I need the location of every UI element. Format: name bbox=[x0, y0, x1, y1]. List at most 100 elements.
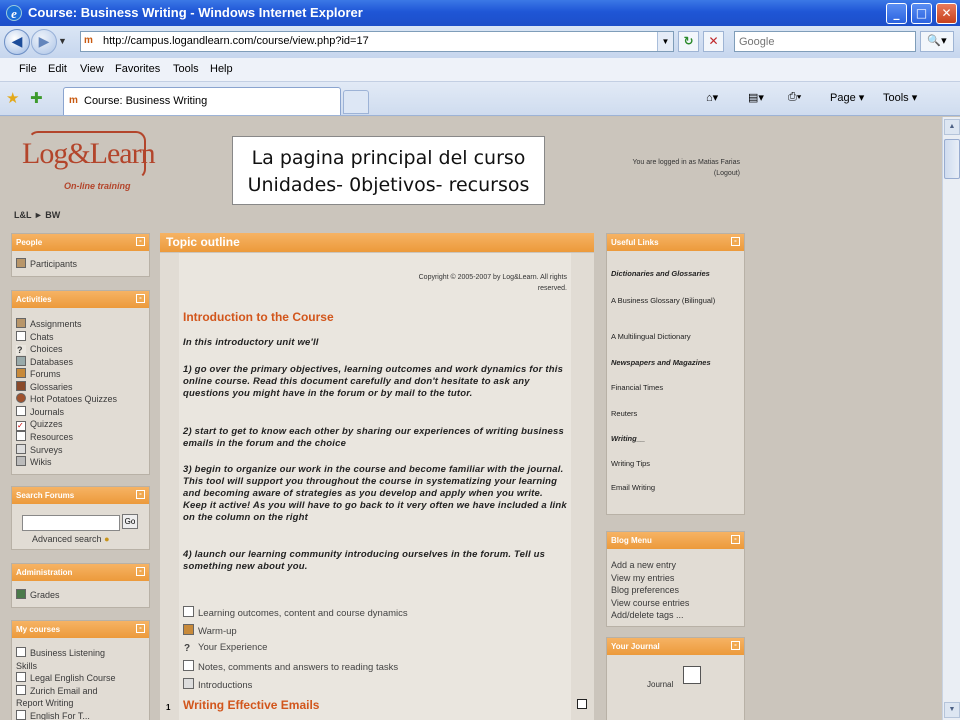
help-icon[interactable]: ● bbox=[104, 534, 109, 544]
intro-lead: In this introductory unit we'll bbox=[183, 337, 319, 348]
menu-view[interactable]: View bbox=[80, 63, 104, 75]
course-icon bbox=[16, 672, 26, 682]
search-button[interactable]: 🔍▾ bbox=[920, 31, 954, 52]
journal-icon bbox=[183, 660, 194, 671]
activity-assignments[interactable]: Assignments bbox=[16, 318, 145, 331]
section-2-title: Writing Effective Emails bbox=[183, 698, 320, 712]
activity-surveys[interactable]: Surveys bbox=[16, 443, 145, 457]
address-dropdown-icon[interactable]: ▼ bbox=[657, 32, 673, 51]
activity-forums[interactable]: Forums bbox=[16, 368, 145, 381]
course-label-continued[interactable]: Skills bbox=[16, 660, 145, 673]
address-field[interactable]: m http://campus.logandlearn.com/course/v… bbox=[80, 31, 674, 52]
link-dictionaries[interactable]: Dictionaries and Glossaries bbox=[611, 269, 710, 279]
course-legal-english[interactable]: Legal English Course bbox=[16, 672, 145, 685]
menu-favorites[interactable]: Favorites bbox=[115, 63, 160, 75]
minimize-button[interactable]: _ bbox=[886, 3, 907, 24]
scroll-up-icon[interactable]: ▲ bbox=[944, 119, 960, 135]
history-dropdown-icon[interactable]: ▼ bbox=[58, 36, 67, 46]
new-tab-button[interactable] bbox=[343, 90, 369, 114]
collapse-icon[interactable]: - bbox=[731, 641, 740, 650]
blog-view-course-entries[interactable]: View course entries bbox=[611, 597, 740, 610]
activity-databases[interactable]: Databases bbox=[16, 355, 145, 369]
course-business-listening[interactable]: Business Listening bbox=[16, 647, 145, 660]
blog-add-delete-tags[interactable]: Add/delete tags ... bbox=[611, 609, 740, 622]
resource-warm-up[interactable]: Warm-up bbox=[183, 624, 237, 637]
home-button[interactable]: ⌂▾ bbox=[706, 91, 718, 104]
collapse-icon[interactable]: - bbox=[136, 237, 145, 246]
refresh-button[interactable]: ↻ bbox=[678, 31, 699, 52]
activity-resources[interactable]: Resources bbox=[16, 431, 145, 444]
link-business-glossary[interactable]: A Business Glossary (Bilingual) bbox=[611, 296, 721, 306]
collapse-icon[interactable]: - bbox=[136, 624, 145, 633]
menu-help[interactable]: Help bbox=[210, 63, 233, 75]
forum-search-input[interactable] bbox=[22, 515, 120, 531]
useful-links-title: Useful Links bbox=[611, 238, 659, 247]
section-toggle-checkbox[interactable] bbox=[577, 699, 587, 709]
menu-file[interactable]: File bbox=[19, 63, 37, 75]
stop-button[interactable]: ✕ bbox=[703, 31, 724, 52]
favorites-star-icon[interactable]: ★ bbox=[6, 89, 19, 107]
link-financial-times[interactable]: Financial Times bbox=[611, 383, 663, 393]
sidebar-item-participants[interactable]: Participants bbox=[16, 258, 145, 271]
scroll-thumb[interactable] bbox=[944, 139, 960, 179]
collapse-icon[interactable]: - bbox=[731, 535, 740, 544]
search-box[interactable] bbox=[734, 31, 916, 52]
activity-journals[interactable]: Journals bbox=[16, 405, 145, 419]
link-reuters[interactable]: Reuters bbox=[611, 409, 637, 419]
blog-view-entries[interactable]: View my entries bbox=[611, 572, 740, 585]
advanced-search-link[interactable]: Advanced search ● bbox=[32, 534, 110, 544]
activity-choices[interactable]: ? Choices bbox=[16, 343, 145, 356]
address-url[interactable]: http://campus.logandlearn.com/course/vie… bbox=[103, 35, 369, 47]
link-email-writing[interactable]: Email Writing bbox=[611, 483, 655, 493]
page-menu-button[interactable]: Page ▾ bbox=[830, 91, 864, 104]
site-logo[interactable]: Log&Learn On-line training bbox=[22, 131, 156, 193]
course-zurich-email[interactable]: Zurich Email and bbox=[16, 684, 145, 698]
course-label-continued[interactable]: Report Writing bbox=[16, 697, 145, 710]
link-writing-tips[interactable]: Writing Tips bbox=[611, 459, 650, 469]
close-button[interactable]: ✕ bbox=[936, 3, 957, 24]
activity-quizzes[interactable]: ✓ Quizzes bbox=[16, 418, 145, 431]
link-multilingual-dictionary[interactable]: A Multilingual Dictionary bbox=[611, 332, 691, 342]
breadcrumb[interactable]: L&L ► BW bbox=[14, 210, 60, 220]
search-forums-block: Search Forums - Go Advanced search ● bbox=[11, 486, 150, 550]
tools-menu-button[interactable]: Tools ▾ bbox=[883, 91, 917, 104]
activity-wikis[interactable]: Wikis bbox=[16, 456, 145, 469]
activity-glossaries[interactable]: Glossaries bbox=[16, 380, 145, 394]
tab-course-business-writing[interactable]: m Course: Business Writing bbox=[63, 87, 341, 115]
vertical-scrollbar[interactable]: ▲ ▼ bbox=[942, 117, 960, 720]
collapse-icon[interactable]: - bbox=[136, 490, 145, 499]
link-writing[interactable]: Writing__ bbox=[611, 434, 645, 444]
your-journal-header: Your Journal - bbox=[607, 638, 744, 655]
print-button[interactable]: ⎙▾ bbox=[788, 91, 801, 104]
forward-button[interactable]: ▶ bbox=[31, 29, 57, 55]
add-favorites-icon[interactable]: ✚ bbox=[30, 89, 43, 107]
blog-add-entry[interactable]: Add a new entry bbox=[611, 559, 740, 572]
menu-tools[interactable]: Tools bbox=[173, 63, 199, 75]
blog-preferences[interactable]: Blog preferences bbox=[611, 584, 740, 597]
window-title: Course: Business Writing - Windows Inter… bbox=[28, 5, 363, 20]
collapse-icon[interactable]: - bbox=[136, 567, 145, 576]
search-input[interactable] bbox=[735, 32, 905, 51]
back-button[interactable]: ◀ bbox=[4, 29, 30, 55]
resource-learning-outcomes[interactable]: Learning outcomes, content and course dy… bbox=[183, 606, 408, 619]
course-english-for[interactable]: English For T... bbox=[16, 709, 145, 720]
logout-link[interactable]: (Logout) bbox=[612, 168, 740, 179]
login-text: You are logged in as Matias Farias bbox=[632, 159, 740, 166]
resource-your-experience[interactable]: ? Your Experience bbox=[183, 642, 267, 654]
menu-edit[interactable]: Edit bbox=[48, 63, 67, 75]
activity-hot-potatoes[interactable]: Hot Potatoes Quizzes bbox=[16, 393, 145, 406]
link-newspapers[interactable]: Newspapers and Magazines bbox=[611, 358, 711, 368]
collapse-icon[interactable]: - bbox=[136, 294, 145, 303]
activity-chats[interactable]: Chats bbox=[16, 330, 145, 344]
collapse-icon[interactable]: - bbox=[731, 237, 740, 246]
maximize-button[interactable]: □ bbox=[911, 3, 932, 24]
resource-notes-comments[interactable]: Notes, comments and answers to reading t… bbox=[183, 660, 398, 673]
resource-introductions[interactable]: Introductions bbox=[183, 678, 252, 691]
feeds-button[interactable]: ▤▾ bbox=[748, 91, 764, 104]
forum-search-go-button[interactable]: Go bbox=[122, 514, 138, 529]
journal-image-icon[interactable] bbox=[683, 666, 701, 684]
question-mark-icon: ? bbox=[183, 643, 194, 654]
admin-grades[interactable]: Grades bbox=[16, 589, 145, 602]
scroll-down-icon[interactable]: ▼ bbox=[944, 702, 960, 718]
journal-link[interactable]: Journal bbox=[647, 680, 673, 689]
